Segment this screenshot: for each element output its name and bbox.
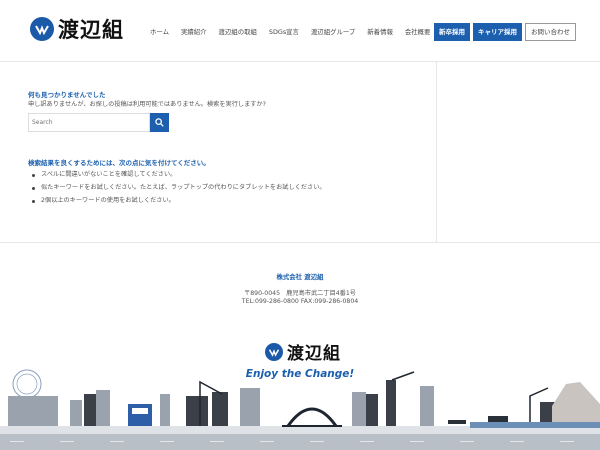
bullet-icon bbox=[32, 187, 35, 190]
not-found-title: 何も見つかりませんでした bbox=[28, 91, 106, 99]
nav-item-home[interactable]: ホーム bbox=[150, 27, 169, 36]
list-item: スペルに間違いがないことを確認してください。 bbox=[28, 171, 326, 184]
footer-slogan: Enjoy the Change! bbox=[245, 368, 355, 380]
nav-item-news[interactable]: 新着情報 bbox=[367, 27, 393, 36]
footer-company-name: 株式会社 渡辺組 bbox=[276, 273, 324, 281]
not-found-description: 申し訳ありませんが、お探しの投稿は利用可能ではありません。検索を実行しますか? bbox=[28, 101, 266, 108]
new-grad-button[interactable]: 新卒採用 bbox=[434, 23, 470, 41]
search-tips-list: スペルに間違いがないことを確認してください。 似たキーワードをお試しください。た… bbox=[28, 171, 326, 210]
nav-item-sdgs[interactable]: SDGs宣言 bbox=[269, 27, 299, 36]
contact-button[interactable]: お問い合わせ bbox=[525, 23, 576, 41]
list-item: 2個以上のキーワードの使用をお試しください。 bbox=[28, 197, 326, 210]
sidebar-divider bbox=[436, 62, 437, 242]
footer-tel: TEL:099-286-0800 FAX:099-286-0804 bbox=[241, 298, 359, 305]
logo-mark-icon bbox=[265, 342, 283, 361]
list-item: 似たキーワードをお試しください。たとえば、ラップトップの代わりにタブレットをお試… bbox=[28, 184, 326, 197]
site-header: 渡辺組 ホーム 実績紹介 渡辺組の取組 SDGs宣言 渡辺組グループ 新着情報 … bbox=[0, 0, 600, 62]
nav-item-company[interactable]: 会社概要 bbox=[405, 27, 431, 36]
bullet-icon bbox=[32, 200, 35, 203]
main-content: 何も見つかりませんでした 申し訳ありませんが、お探しの投稿は利用可能ではありませ… bbox=[0, 62, 600, 242]
search-button[interactable] bbox=[150, 113, 169, 132]
nav-item-works[interactable]: 実績紹介 bbox=[181, 27, 207, 36]
footer-divider bbox=[0, 242, 600, 243]
nav-item-group[interactable]: 渡辺組グループ bbox=[311, 27, 355, 36]
footer-logo[interactable]: 渡辺組 bbox=[265, 339, 341, 364]
logo-mark-icon bbox=[30, 17, 54, 41]
search-input[interactable] bbox=[28, 113, 150, 132]
bullet-icon bbox=[32, 174, 35, 177]
logo-text: 渡辺組 bbox=[58, 17, 124, 42]
search-tips-title: 検索結果を良くするためには、次の点に気を付けてください。 bbox=[28, 159, 210, 167]
header-buttons: 新卒採用 キャリア採用 お問い合わせ bbox=[434, 23, 579, 41]
nav-item-initiatives[interactable]: 渡辺組の取組 bbox=[219, 27, 257, 36]
career-button[interactable]: キャリア採用 bbox=[473, 23, 522, 41]
main-nav: ホーム 実績紹介 渡辺組の取組 SDGs宣言 渡辺組グループ 新着情報 会社概要 bbox=[150, 27, 442, 36]
footer-address: 〒890-0045 鹿児島市武二丁目4番1号 bbox=[244, 290, 356, 297]
site-logo[interactable]: 渡辺組 bbox=[30, 14, 124, 44]
footer-logo-text: 渡辺組 bbox=[287, 344, 341, 364]
search-icon bbox=[155, 118, 164, 127]
